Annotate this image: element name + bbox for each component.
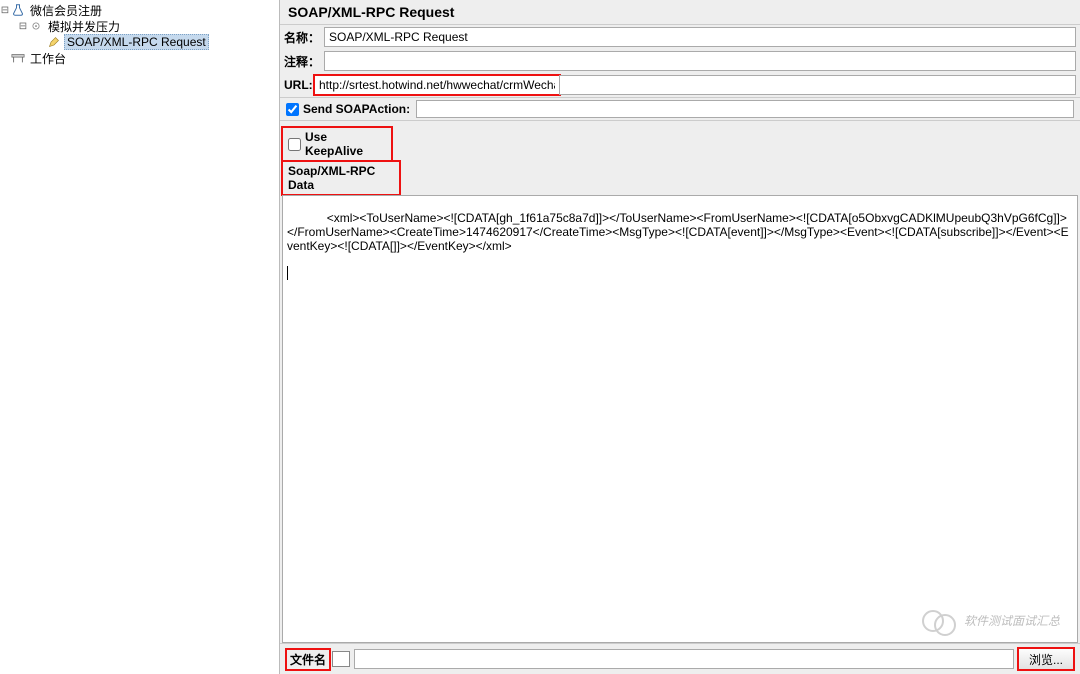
send-soapaction-row: Send SOAPAction: xyxy=(280,97,1080,121)
send-soapaction-checkbox[interactable] xyxy=(286,103,299,116)
filename-label: 文件名 xyxy=(286,649,330,670)
pencil-icon xyxy=(46,34,62,50)
tree-toggle-icon[interactable]: ⊟ xyxy=(18,21,28,32)
name-label: 名称： xyxy=(284,29,324,46)
data-header-label: Soap/XML-RPC Data xyxy=(288,164,394,192)
browse-button[interactable]: 浏览... xyxy=(1018,648,1074,670)
tree-spacer xyxy=(0,53,10,64)
comment-label: 注释： xyxy=(284,53,324,70)
data-header-bar: Soap/XML-RPC Data xyxy=(282,161,400,195)
tree-node-workbench[interactable]: 工作台 xyxy=(0,50,279,66)
workbench-icon xyxy=(10,50,26,66)
send-soapaction-label: Send SOAPAction: xyxy=(303,102,410,116)
test-plan-tree[interactable]: ⊟ 微信会员注册 ⊟ 模拟并发压力 SOAP/XML-RPC Request xyxy=(0,0,280,674)
name-row: 名称： xyxy=(280,25,1080,49)
tree-label: SOAP/XML-RPC Request xyxy=(64,34,209,50)
url-label: URL: xyxy=(284,78,314,92)
comment-input[interactable] xyxy=(324,51,1076,71)
flask-icon xyxy=(10,2,26,18)
soapaction-input[interactable] xyxy=(416,100,1074,118)
filename-row: 文件名 浏览... xyxy=(280,643,1080,674)
use-keepalive-checkbox[interactable] xyxy=(288,138,301,151)
tree-label: 微信会员注册 xyxy=(28,2,104,19)
gear-icon xyxy=(28,18,44,34)
sampler-config-panel: SOAP/XML-RPC Request 名称： 注释： URL: Send S… xyxy=(280,0,1080,674)
filename-input[interactable] xyxy=(354,649,1014,669)
text-cursor xyxy=(287,266,288,280)
name-input[interactable] xyxy=(324,27,1076,47)
use-keepalive-label: Use KeepAlive xyxy=(305,130,386,158)
filename-indicator xyxy=(332,651,350,667)
url-row: URL: xyxy=(280,73,1080,97)
tree-label: 模拟并发压力 xyxy=(46,18,122,35)
url-input-tail[interactable] xyxy=(559,75,1076,95)
xml-data-textarea[interactable]: <xml><ToUserName><![CDATA[gh_1f61a75c8a7… xyxy=(282,195,1078,643)
tree-label: 工作台 xyxy=(28,50,68,67)
url-input[interactable] xyxy=(314,75,560,95)
tree-node-sampler[interactable]: SOAP/XML-RPC Request xyxy=(0,34,279,50)
tree-toggle-icon[interactable]: ⊟ xyxy=(0,5,10,16)
comment-row: 注释： xyxy=(280,49,1080,73)
tree-node-thread-group[interactable]: ⊟ 模拟并发压力 xyxy=(0,18,279,34)
xml-body-text: <xml><ToUserName><![CDATA[gh_1f61a75c8a7… xyxy=(287,211,1069,253)
tree-node-root[interactable]: ⊟ 微信会员注册 xyxy=(0,2,279,18)
panel-title: SOAP/XML-RPC Request xyxy=(280,0,1080,25)
use-keepalive-row: Use KeepAlive xyxy=(282,127,392,161)
tree-spacer xyxy=(36,37,46,48)
